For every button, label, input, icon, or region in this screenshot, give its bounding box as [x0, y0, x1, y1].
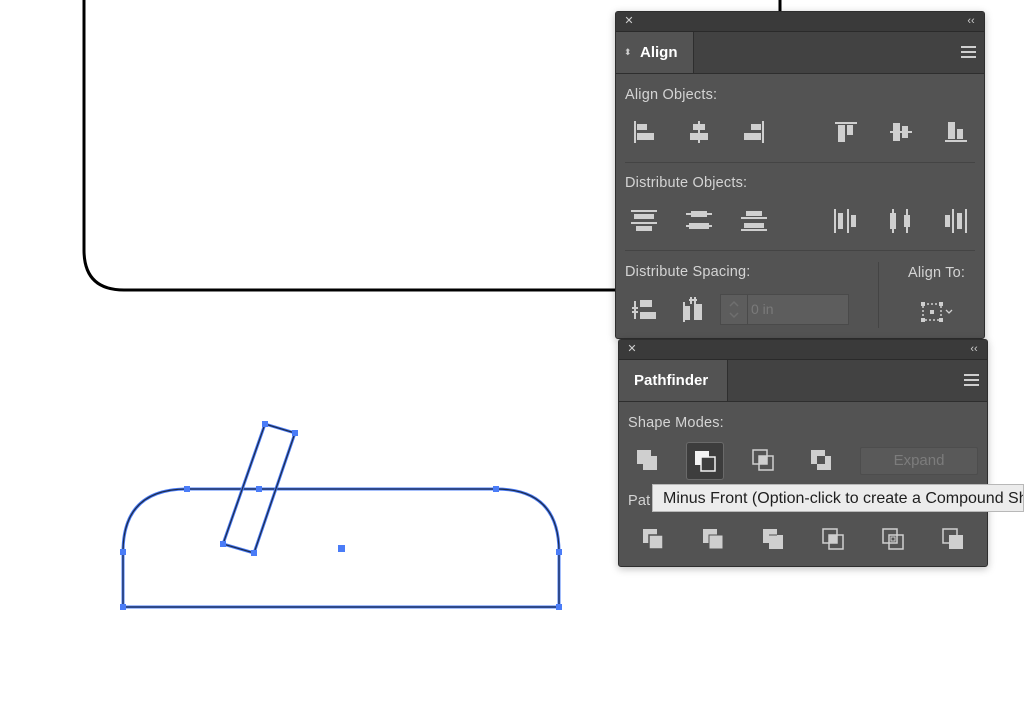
tab-pathfinder[interactable]: Pathfinder	[619, 360, 728, 401]
shape-modes-label: Shape Modes:	[628, 415, 724, 431]
pathfinder-panel: ✕ ‹‹ Pathfinder Shape Modes: Expand Pat	[618, 339, 988, 567]
minus-front-icon[interactable]	[686, 442, 724, 480]
tab-align[interactable]: ⬍ Align	[616, 32, 694, 73]
align-panel-tabbar: ⬍ Align	[616, 32, 984, 74]
close-icon[interactable]: ✕	[624, 342, 640, 356]
vertical-distribute-top-icon[interactable]	[626, 203, 662, 239]
spacing-value-stepper[interactable]: 0 in	[720, 294, 849, 325]
align-to-selection-icon[interactable]	[914, 294, 960, 330]
trim-icon[interactable]	[695, 521, 731, 557]
minus-front-tooltip: Minus Front (Option-click to create a Co…	[652, 484, 1024, 512]
close-icon[interactable]: ✕	[621, 14, 637, 28]
merge-icon[interactable]	[755, 521, 791, 557]
unite-icon[interactable]	[629, 442, 665, 478]
horizontal-align-right-icon[interactable]	[736, 114, 772, 150]
vertical-distribute-center-icon[interactable]	[681, 203, 717, 239]
panel-menu-icon[interactable]	[961, 46, 976, 58]
intersect-icon[interactable]	[745, 442, 781, 478]
pathfinders-label: Pat	[628, 493, 651, 509]
divider	[625, 250, 975, 251]
vertical-distribute-bottom-icon[interactable]	[736, 203, 772, 239]
tab-arrows-icon: ⬍	[624, 47, 632, 57]
vertical-align-bottom-icon[interactable]	[938, 114, 974, 150]
vertical-align-top-icon[interactable]	[828, 114, 864, 150]
spacing-value-input[interactable]: 0 in	[751, 301, 774, 317]
horizontal-distribute-right-icon[interactable]	[938, 203, 974, 239]
align-panel-titlebar[interactable]: ✕ ‹‹	[616, 12, 984, 32]
tab-pathfinder-label: Pathfinder	[634, 372, 709, 389]
horizontal-align-center-icon[interactable]	[681, 114, 717, 150]
divider	[878, 262, 879, 328]
vertical-distribute-space-icon[interactable]	[626, 292, 662, 328]
stepper-arrows-icon[interactable]	[721, 295, 748, 324]
center-point	[338, 545, 345, 552]
anchor-points	[120, 421, 562, 610]
align-objects-label: Align Objects:	[625, 87, 718, 103]
collapse-icon[interactable]: ‹‹	[963, 14, 979, 28]
tab-align-label: Align	[640, 44, 678, 61]
rounded-rectangle-shape	[82, 0, 640, 292]
pathfinder-panel-titlebar[interactable]: ✕ ‹‹	[619, 340, 987, 360]
divide-icon[interactable]	[635, 521, 671, 557]
divider	[625, 162, 975, 163]
align-to-label: Align To:	[908, 265, 966, 281]
horizontal-distribute-space-icon[interactable]	[675, 292, 711, 328]
pathfinder-panel-tabbar: Pathfinder	[619, 360, 987, 402]
align-panel: ✕ ‹‹ ⬍ Align Align Objects: Distribute O…	[615, 11, 985, 339]
collapse-icon[interactable]: ‹‹	[966, 342, 982, 356]
minus-back-icon[interactable]	[935, 521, 971, 557]
panel-menu-icon[interactable]	[964, 374, 979, 386]
distribute-spacing-label: Distribute Spacing:	[625, 264, 751, 280]
horizontal-align-left-icon[interactable]	[626, 114, 662, 150]
horizontal-distribute-center-icon[interactable]	[883, 203, 919, 239]
outline-icon[interactable]	[875, 521, 911, 557]
exclude-icon[interactable]	[803, 442, 839, 478]
horizontal-distribute-left-icon[interactable]	[828, 203, 864, 239]
vertical-align-center-icon[interactable]	[883, 114, 919, 150]
expand-button[interactable]: Expand	[860, 447, 978, 475]
crop-icon[interactable]	[815, 521, 851, 557]
distribute-objects-label: Distribute Objects:	[625, 175, 748, 191]
